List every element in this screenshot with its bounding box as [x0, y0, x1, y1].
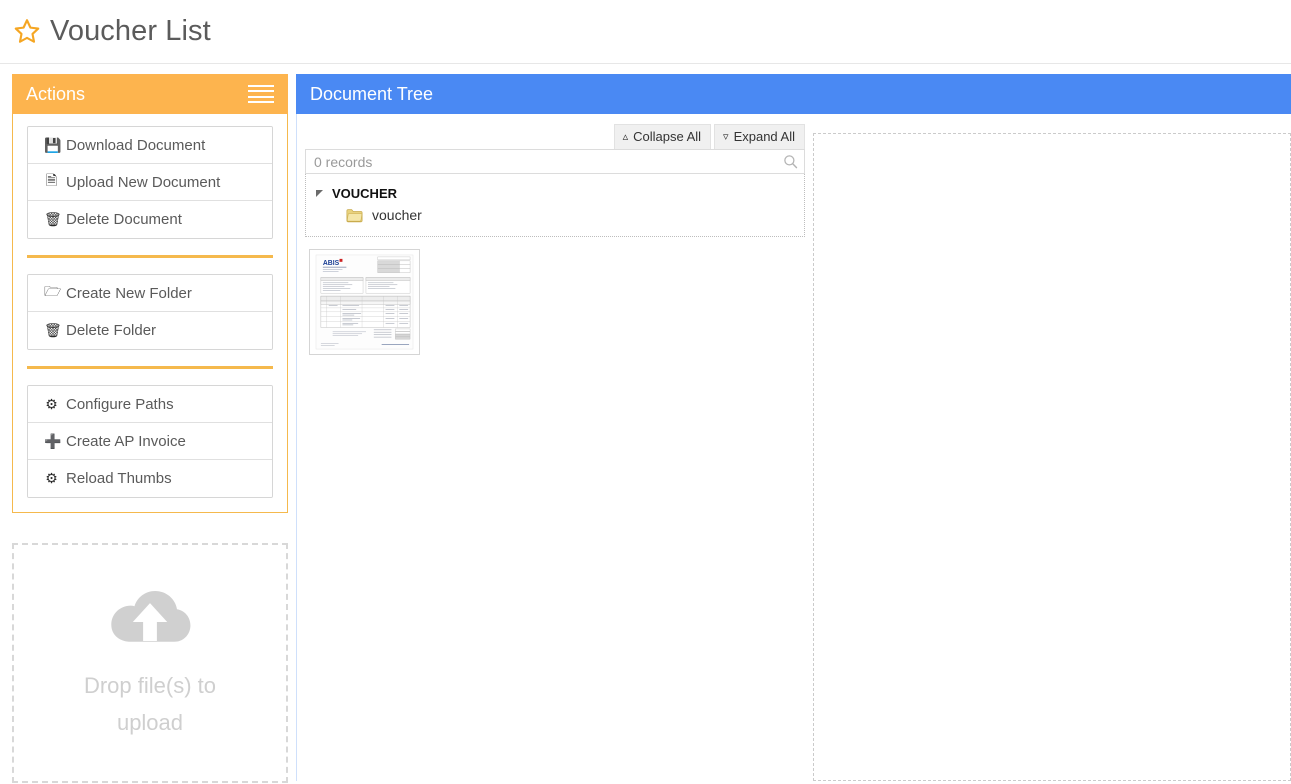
file-dropzone[interactable]: Drop file(s) to upload [12, 543, 288, 783]
search-input[interactable] [312, 150, 783, 173]
page-title: Voucher List [50, 17, 211, 46]
upload-new-document-button[interactable]: 🗎 Upload New Document [28, 164, 272, 201]
create-new-folder-label: Create New Folder [66, 285, 192, 302]
triangle-collapse-icon[interactable] [316, 190, 323, 197]
folder-actions-group: 🗁 Create New Folder 🗑 Delete Folder [27, 274, 273, 350]
actions-panel-body: 💾 Download Document 🗎 Upload New Documen… [13, 114, 287, 512]
document-actions-group: 💾 Download Document 🗎 Upload New Documen… [27, 126, 273, 239]
delete-document-button[interactable]: 🗑 Delete Document [28, 201, 272, 238]
right-column: Document Tree ▵︎ Collapse All ▿︎ Expand … [292, 64, 1291, 781]
divider-2 [27, 366, 273, 369]
thumbnail-invoice-preview[interactable]: ABIS [309, 249, 420, 355]
collapse-all-label: Collapse All [633, 129, 701, 144]
tree-toolbar: ▵︎ Collapse All ▿︎ Expand All [305, 124, 805, 149]
trash-icon: 🗑 [44, 211, 59, 228]
delete-folder-label: Delete Folder [66, 322, 156, 339]
download-document-label: Download Document [66, 137, 205, 154]
document-tree-header: Document Tree [296, 74, 1291, 114]
tree-node-root-label: VOUCHER [332, 186, 397, 201]
thumbnail-area: ABIS [305, 237, 805, 355]
left-column: Actions 💾 Download Document 🗎 Upload New… [0, 64, 292, 783]
actions-panel-title: Actions [26, 84, 85, 105]
tree-node-voucher-label: voucher [372, 207, 422, 223]
trash-icon: 🗑 [44, 322, 59, 339]
collapse-all-button[interactable]: ▵︎ Collapse All [614, 124, 711, 149]
download-document-button[interactable]: 💾 Download Document [28, 127, 272, 164]
main-content: Actions 💾 Download Document 🗎 Upload New… [0, 64, 1291, 784]
plus-icon: ➕ [44, 433, 59, 450]
actions-panel: 💾 Download Document 🗎 Upload New Documen… [12, 114, 288, 513]
tree-node-root[interactable]: VOUCHER [306, 182, 804, 204]
expand-all-button[interactable]: ▿︎ Expand All [714, 124, 805, 149]
actions-panel-header: Actions [12, 74, 288, 114]
save-icon: 💾 [44, 137, 59, 154]
dropzone-label: Drop file(s) to upload [50, 667, 250, 742]
folder-icon [346, 208, 363, 223]
document-tree-column: ▵︎ Collapse All ▿︎ Expand All [297, 114, 813, 355]
create-new-folder-button[interactable]: 🗁 Create New Folder [28, 275, 272, 312]
document-tree-title: Document Tree [310, 84, 433, 105]
upload-new-document-label: Upload New Document [66, 174, 220, 191]
tree-node-voucher[interactable]: voucher [306, 204, 804, 226]
folder-open-icon: 🗁 [44, 281, 59, 305]
star-outline-icon [12, 17, 42, 47]
configure-paths-label: Configure Paths [66, 396, 174, 413]
configure-paths-button[interactable]: ⚙ Configure Paths [28, 386, 272, 423]
delete-folder-button[interactable]: 🗑 Delete Folder [28, 312, 272, 349]
system-actions-group: ⚙ Configure Paths ➕ Create AP Invoice ⚙ … [27, 385, 273, 498]
reload-thumbs-label: Reload Thumbs [66, 470, 172, 487]
document-tree-region: ▵︎ Collapse All ▿︎ Expand All [296, 114, 1291, 781]
chevron-up-icon: ▵︎ [623, 130, 629, 143]
thumbnail-document-image: ABIS [313, 253, 416, 351]
cloud-upload-icon [107, 585, 193, 647]
expand-all-label: Expand All [734, 129, 795, 144]
gear-icon: ⚙ [44, 396, 59, 413]
divider-1 [27, 255, 273, 258]
create-ap-invoice-button[interactable]: ➕ Create AP Invoice [28, 423, 272, 460]
hamburger-icon[interactable] [248, 85, 274, 103]
tree-box: VOUCHER voucher [305, 174, 805, 237]
document-preview-pane [813, 133, 1291, 781]
delete-document-label: Delete Document [66, 211, 182, 228]
tree-search-bar[interactable] [305, 149, 805, 174]
chevron-down-icon: ▿︎ [723, 130, 729, 143]
create-ap-invoice-label: Create AP Invoice [66, 433, 186, 450]
gear-icon: ⚙ [44, 470, 59, 487]
page-header: Voucher List [0, 0, 1291, 64]
reload-thumbs-button[interactable]: ⚙ Reload Thumbs [28, 460, 272, 497]
svg-text:ABIS: ABIS [323, 260, 340, 267]
file-icon: 🗎 [44, 170, 59, 194]
search-icon[interactable] [783, 154, 798, 169]
